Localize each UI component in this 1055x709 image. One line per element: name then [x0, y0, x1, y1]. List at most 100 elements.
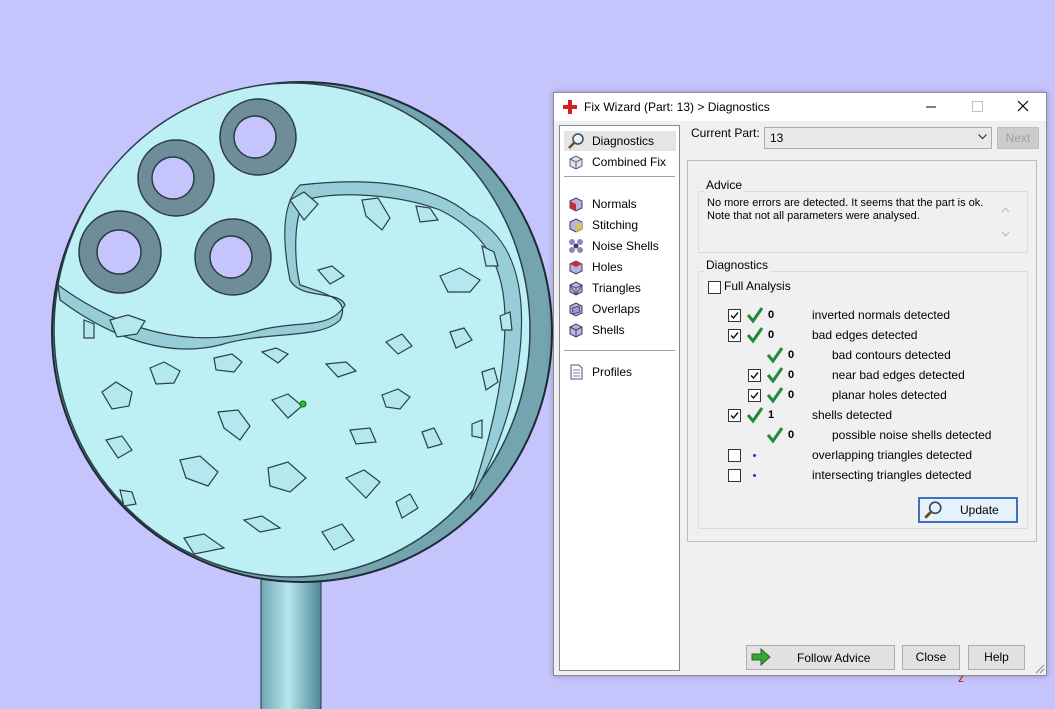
nav-label-stitching: Stitching	[592, 218, 639, 232]
green-check-icon	[766, 347, 784, 364]
current-part-value: 13	[770, 131, 784, 145]
close-icon	[1017, 100, 1029, 112]
pending-dot-icon	[753, 474, 756, 477]
diagnostics-group-label: Diagnostics	[704, 258, 771, 272]
full-analysis-checkbox[interactable]	[708, 281, 721, 294]
green-check-icon	[766, 367, 784, 384]
nav-label-noise-shells: Noise Shells	[592, 239, 659, 253]
nav-item-triangles[interactable]: Triangles	[564, 278, 676, 298]
diagnostic-text: possible noise shells detected	[832, 428, 992, 442]
current-part-label: Current Part:	[691, 126, 760, 140]
diagnostic-count: 1	[768, 409, 775, 421]
diagnostic-text: intersecting triangles detected	[812, 468, 972, 482]
diagnostic-checkbox[interactable]	[748, 389, 761, 402]
triangles-cube-icon	[569, 281, 583, 296]
full-analysis-label: Full Analysis	[724, 279, 791, 293]
diagnostic-count: 0	[768, 309, 775, 321]
diagnostic-count: 0	[768, 329, 775, 341]
magnifier-icon	[924, 501, 942, 519]
green-check-icon	[766, 427, 784, 444]
follow-advice-label: Follow Advice	[797, 651, 871, 665]
wizard-nav-pane: Diagnostics Combined Fix Normals Stitchi…	[559, 125, 680, 671]
current-part-select[interactable]: 13	[764, 127, 992, 149]
nav-item-normals[interactable]: Normals	[564, 194, 676, 214]
part-model[interactable]	[51, 81, 553, 709]
close-window-button[interactable]	[1000, 93, 1046, 121]
window-title: Fix Wizard (Part: 13) > Diagnostics	[584, 100, 770, 114]
update-button[interactable]: Update	[918, 497, 1018, 523]
maximize-icon	[972, 101, 983, 112]
nav-item-shells[interactable]: Shells	[564, 320, 676, 340]
nav-label-normals: Normals	[592, 197, 637, 211]
minimize-icon	[926, 106, 936, 108]
diagnostic-checkbox[interactable]	[728, 469, 741, 482]
minimize-button[interactable]	[908, 93, 954, 121]
nav-label-profiles: Profiles	[592, 365, 633, 379]
diagnostic-count: 0	[788, 429, 795, 441]
nav-label-overlaps: Overlaps	[592, 302, 641, 316]
nav-label-triangles: Triangles	[592, 281, 641, 295]
nav-item-holes[interactable]: Holes	[564, 257, 676, 277]
close-button[interactable]: Close	[902, 645, 960, 670]
diagnostic-text: inverted normals detected	[812, 308, 951, 322]
checkmark-icon	[750, 392, 759, 400]
green-check-icon	[746, 327, 764, 344]
nav-separator	[564, 350, 675, 351]
advice-group-label: Advice	[704, 178, 745, 192]
diagnostic-text: bad edges detected	[812, 328, 918, 342]
scroll-arrows-icon	[1001, 207, 1010, 237]
nav-separator	[564, 176, 675, 177]
diagnostic-checkbox[interactable]	[728, 449, 741, 462]
magnifier-icon	[568, 133, 584, 149]
checkmark-icon	[750, 372, 759, 380]
checkmark-icon	[730, 332, 739, 340]
diagnostic-text: near bad edges detected	[832, 368, 965, 382]
nav-item-stitching[interactable]: Stitching	[564, 215, 676, 235]
checkmark-icon	[730, 412, 739, 420]
nav-item-profiles[interactable]: Profiles	[564, 362, 676, 382]
resize-grip-icon[interactable]	[1033, 662, 1045, 674]
diagnostic-text: bad contours detected	[832, 348, 951, 362]
checkmark-icon	[730, 312, 739, 320]
pending-dot-icon	[753, 454, 756, 457]
noise-shells-icon	[569, 239, 583, 253]
nav-label-shells: Shells	[592, 323, 625, 337]
nav-item-overlaps[interactable]: Overlaps	[564, 299, 676, 319]
diagnostic-count: 0	[788, 369, 795, 381]
nav-item-diagnostics[interactable]: Diagnostics	[564, 131, 676, 151]
holes-cube-icon	[569, 260, 583, 275]
diagnostic-text: shells detected	[812, 408, 893, 422]
advice-text: No more errors are detected. It seems th…	[707, 197, 984, 222]
diagnostic-text: overlapping triangles detected	[812, 448, 973, 462]
normals-cube-icon	[569, 197, 583, 212]
diagnostic-checkbox[interactable]	[728, 309, 741, 322]
green-check-icon	[746, 307, 764, 324]
update-button-label: Update	[960, 503, 999, 517]
chevron-down-icon	[978, 134, 987, 140]
diagnostic-count: 0	[788, 389, 795, 401]
diagnostic-checkbox[interactable]	[728, 409, 741, 422]
shells-cube-icon	[569, 323, 583, 338]
nav-item-noise-shells[interactable]: Noise Shells	[564, 236, 676, 256]
nav-item-combined-fix[interactable]: Combined Fix	[564, 152, 676, 172]
green-check-icon	[746, 407, 764, 424]
help-button[interactable]: Help	[968, 645, 1025, 670]
maximize-button[interactable]	[954, 93, 1000, 121]
diagnostic-checkbox[interactable]	[748, 369, 761, 382]
next-button[interactable]: Next	[997, 127, 1039, 149]
diagnostic-text: planar holes detected	[832, 388, 947, 402]
title-bar[interactable]: Fix Wizard (Part: 13) > Diagnostics	[554, 93, 1046, 121]
fix-wizard-dialog: Fix Wizard (Part: 13) > Diagnostics Diag…	[553, 92, 1047, 676]
red-cross-icon	[563, 100, 577, 114]
follow-advice-button[interactable]: Follow Advice	[746, 645, 895, 670]
diagnostic-count: 0	[788, 349, 795, 361]
overlaps-cube-icon	[569, 302, 583, 317]
nav-label-combined-fix: Combined Fix	[592, 155, 667, 169]
diagnostic-checkbox[interactable]	[728, 329, 741, 342]
cube-icon	[569, 155, 583, 170]
nav-label-diagnostics: Diagnostics	[592, 134, 655, 148]
stitching-cube-icon	[569, 218, 583, 233]
advice-scrollbar[interactable]	[998, 199, 1013, 245]
green-arrow-icon	[751, 648, 771, 666]
document-icon	[570, 364, 583, 380]
